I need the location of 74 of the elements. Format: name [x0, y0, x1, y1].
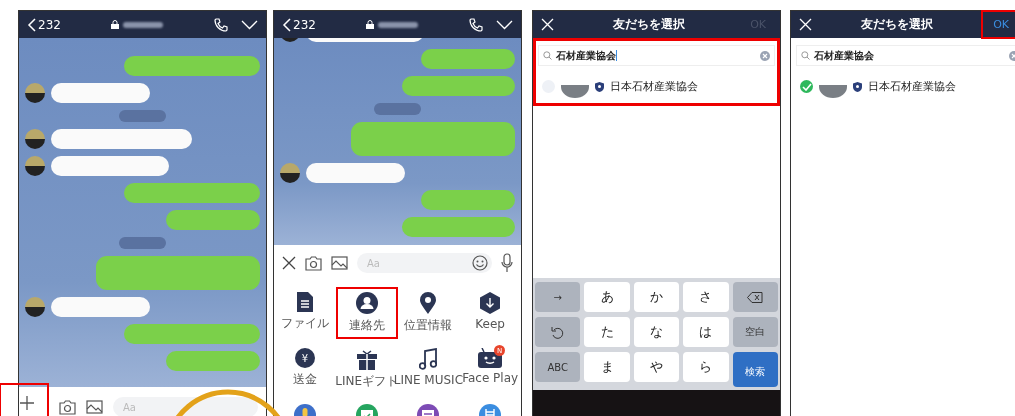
chevron-down-icon[interactable] — [496, 19, 513, 30]
shield-icon — [853, 81, 862, 92]
avatar — [25, 129, 45, 149]
file-icon — [296, 292, 313, 312]
image-icon[interactable] — [86, 400, 103, 414]
avatar — [25, 297, 45, 317]
friend-row[interactable]: 日本石材産業協会 — [794, 70, 1015, 103]
microphone-icon[interactable] — [501, 253, 513, 273]
search-key[interactable]: 検索 — [732, 352, 778, 387]
keyboard-key[interactable] — [732, 282, 778, 312]
menu-item[interactable]: ファイル — [274, 287, 336, 339]
keyboard-key[interactable]: は — [683, 317, 729, 347]
keep-icon — [480, 292, 501, 314]
friend-name: 日本石材産業協会 — [868, 79, 956, 94]
keyboard-key[interactable]: あ — [584, 282, 630, 312]
back-chevron-icon — [282, 17, 291, 32]
menu-item[interactable]: 位置情報 — [397, 287, 460, 339]
ok-button[interactable]: OK — [981, 10, 1015, 39]
keyboard-key[interactable]: か — [633, 282, 680, 312]
phone-icon[interactable] — [213, 16, 229, 33]
keyboard-key[interactable]: さ — [683, 282, 729, 312]
search-icon — [543, 51, 552, 60]
search-icon — [801, 51, 810, 60]
money-icon: ¥ — [294, 348, 315, 368]
search-field[interactable]: 石材産業協会 — [796, 45, 1015, 66]
avatar — [25, 156, 45, 176]
blurred-name — [122, 21, 163, 28]
menu-item[interactable]: 連絡先 — [335, 287, 398, 339]
phone-icon[interactable] — [468, 16, 484, 33]
shield-icon — [595, 81, 604, 92]
keyboard-key[interactable]: 空白 — [732, 317, 778, 347]
search-field[interactable]: 石材産業協会 — [538, 45, 775, 66]
keyboard-key[interactable]: ABC — [535, 352, 581, 382]
avatar — [280, 163, 300, 183]
person-icon — [355, 292, 378, 314]
date-pill — [374, 103, 421, 115]
menu-item[interactable]: Keep — [459, 287, 521, 339]
keyboard-key[interactable]: → — [535, 282, 581, 312]
plus-button[interactable] — [0, 383, 49, 416]
image-icon[interactable] — [331, 256, 348, 270]
delete-icon — [747, 291, 764, 303]
keyboard-key[interactable]: た — [584, 317, 630, 347]
friend-name: 日本石材産業協会 — [610, 79, 698, 94]
plus-icon — [19, 395, 35, 411]
back-button[interactable]: 232 — [27, 17, 61, 32]
close-icon[interactable] — [282, 256, 296, 270]
lock-icon — [110, 20, 119, 29]
avatar — [25, 83, 45, 103]
screen-title: 友だちを選択 — [612, 16, 687, 33]
undo-icon — [551, 325, 565, 339]
camera-icon[interactable] — [305, 255, 322, 271]
music-note-icon — [419, 348, 438, 370]
friend-row[interactable]: 日本石材産業協会 — [536, 70, 777, 103]
keyboard-key[interactable]: ら — [683, 352, 729, 382]
keyboard-key[interactable] — [535, 317, 581, 347]
gift-icon — [355, 348, 378, 370]
keyboard-key[interactable]: や — [633, 352, 680, 382]
text-cursor — [616, 50, 617, 61]
keyboard-key[interactable]: ま — [584, 352, 630, 382]
camera-icon[interactable] — [59, 399, 76, 415]
screen-title: 友だちを選択 — [859, 16, 934, 33]
date-pill — [119, 110, 166, 122]
back-button[interactable]: 232 — [282, 17, 316, 32]
robot-face-icon — [478, 348, 503, 368]
location-pin-icon — [420, 292, 437, 314]
keyboard-key[interactable]: な — [633, 317, 680, 347]
emoji-icon[interactable] — [472, 255, 488, 271]
chevron-down-icon[interactable] — [241, 19, 258, 30]
menu-item[interactable]: ¥ 送金 — [274, 343, 336, 395]
select-checkbox[interactable] — [800, 80, 813, 93]
date-pill — [119, 237, 166, 249]
lock-icon — [365, 20, 374, 29]
blurred-name — [377, 21, 418, 28]
back-chevron-icon — [27, 17, 36, 32]
